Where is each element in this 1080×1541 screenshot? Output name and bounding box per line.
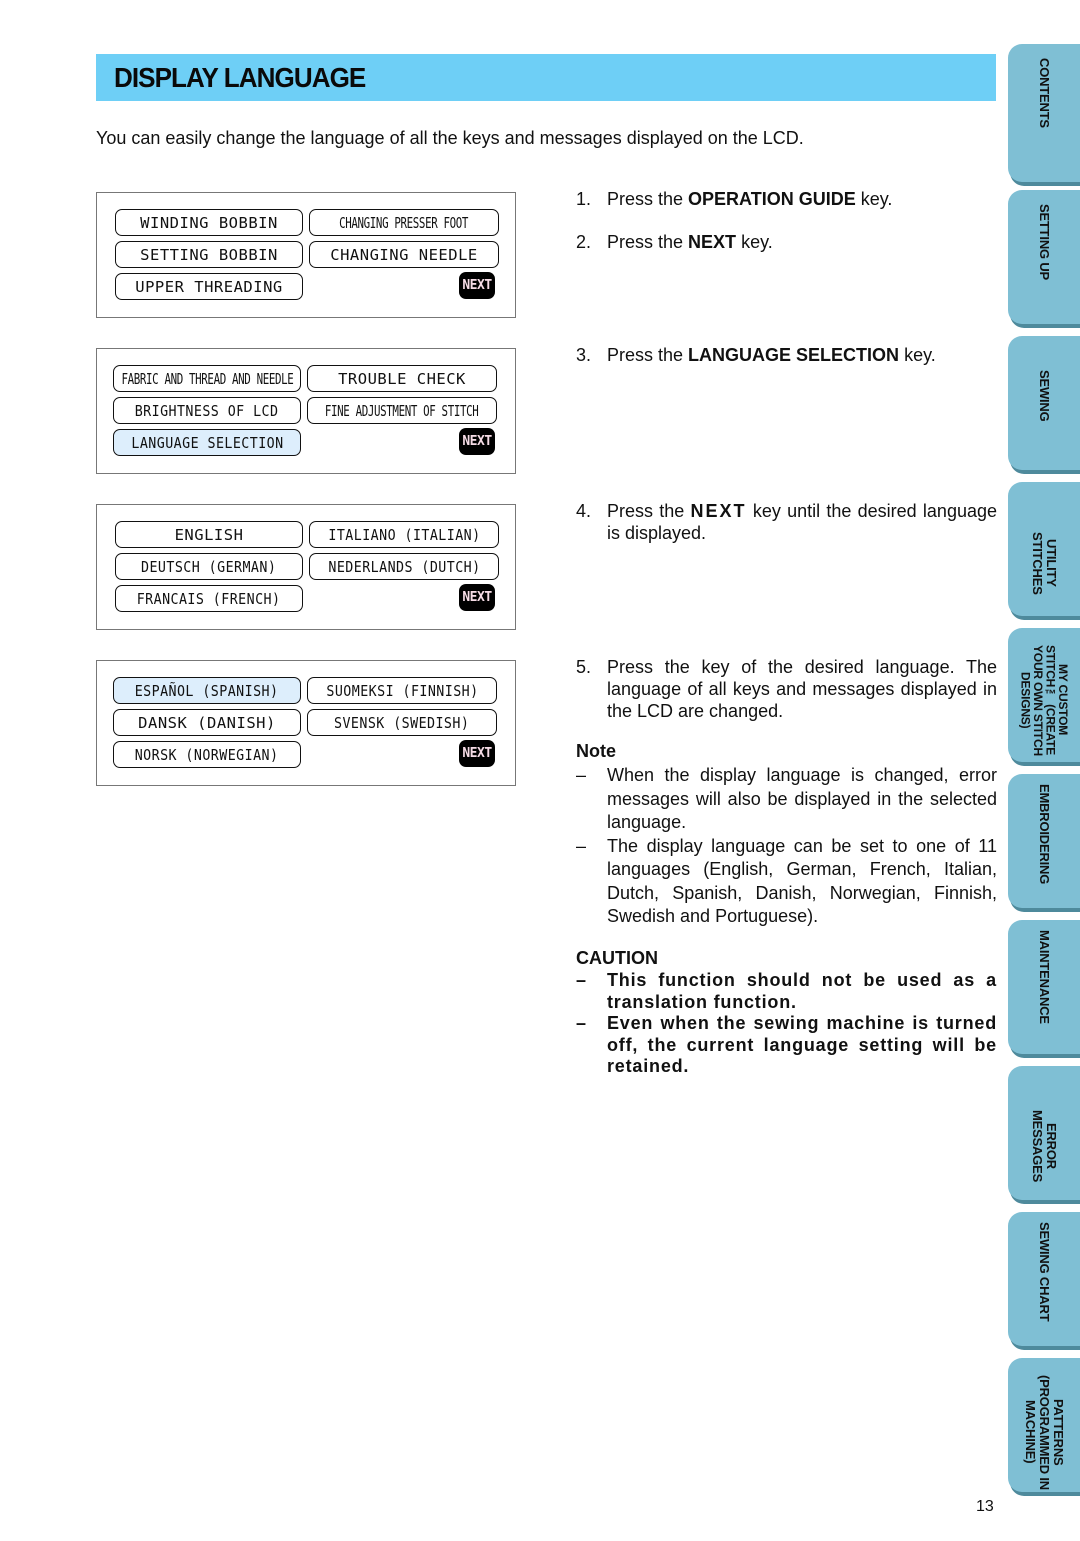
lcd-screen-languages-1: ENGLISH ITALIANO (ITALIAN) DEUTSCH (GERM… — [96, 504, 516, 630]
step-3: 3. Press the LANGUAGE SELECTION key. — [576, 345, 936, 365]
intro-text: You can easily change the language of al… — [96, 128, 804, 148]
lcd-key-fabric-thread-needle[interactable]: FABRIC AND THREAD AND NEEDLE — [113, 365, 301, 392]
lcd-next-button[interactable]: NEXT — [459, 428, 495, 455]
lcd-key-nederlands[interactable]: NEDERLANDS (DUTCH) — [309, 553, 499, 580]
note-heading: Note — [576, 741, 616, 761]
note-item: – The display language can be set to one… — [576, 835, 997, 927]
caution-list: – This function should not be used as a … — [576, 970, 997, 1078]
lcd-key-language-selection[interactable]: LANGUAGE SELECTION — [113, 429, 301, 456]
tab-embroidering[interactable]: EMBROIDERING — [1008, 774, 1080, 908]
lcd-key-deutsch[interactable]: DEUTSCH (GERMAN) — [115, 553, 303, 580]
tab-maintenance[interactable]: MAINTENANCE — [1008, 920, 1080, 1054]
lcd-key-italiano[interactable]: ITALIANO (ITALIAN) — [309, 521, 499, 548]
caution-heading: CAUTION — [576, 948, 658, 968]
tab-setting-up[interactable]: SETTING UP — [1008, 190, 1080, 324]
tab-my-custom-stitch[interactable]: MY CUSTOM STITCH™ (CREATE YOUR OWN STITC… — [1008, 628, 1080, 762]
lcd-next-button[interactable]: NEXT — [459, 740, 495, 767]
step-1: 1. Press the OPERATION GUIDE key. — [576, 189, 893, 209]
lcd-screen-languages-2: ESPAÑOL (SPANISH) SUOMEKSI (FINNISH) DAN… — [96, 660, 516, 786]
lcd-screen-settings: FABRIC AND THREAD AND NEEDLE TROUBLE CHE… — [96, 348, 516, 474]
lcd-key-winding-bobbin[interactable]: WINDING BOBBIN — [115, 209, 303, 236]
step-5: 5. Press the key of the desired language… — [576, 657, 997, 721]
lcd-key-francais[interactable]: FRANCAIS (FRENCH) — [115, 585, 303, 612]
page-number: 13 — [976, 1498, 994, 1515]
lcd-key-english[interactable]: ENGLISH — [115, 521, 303, 548]
lcd-key-trouble-check[interactable]: TROUBLE CHECK — [307, 365, 497, 392]
tab-error-messages[interactable]: ERROR MESSAGES — [1008, 1066, 1080, 1200]
note-item: – When the display language is changed, … — [576, 765, 997, 832]
lcd-key-upper-threading[interactable]: UPPER THREADING — [115, 273, 303, 300]
page-title: DISPLAY LANGUAGE — [114, 61, 366, 93]
step-4: 4. Press the NEXT key until the desired … — [576, 501, 997, 543]
tab-sewing-chart[interactable]: SEWING CHART — [1008, 1212, 1080, 1346]
lcd-key-norsk[interactable]: NORSK (NORWEGIAN) — [113, 741, 301, 768]
caution-item: – Even when the sewing machine is turned… — [576, 1013, 997, 1076]
lcd-screen-operation-guide: WINDING BOBBIN CHANGING PRESSER FOOT SET… — [96, 192, 516, 318]
lcd-key-dansk[interactable]: DANSK (DANISH) — [113, 709, 301, 736]
lcd-key-brightness-of-lcd[interactable]: BRIGHTNESS OF LCD — [113, 397, 301, 424]
note-list: – When the display language is changed, … — [576, 764, 997, 929]
tab-patterns[interactable]: PATTERNS (PROGRAMMED IN MACHINE) — [1008, 1358, 1080, 1492]
lcd-key-changing-needle[interactable]: CHANGING NEEDLE — [309, 241, 499, 268]
lcd-key-suomeksi[interactable]: SUOMEKSI (FINNISH) — [307, 677, 497, 704]
lcd-next-button[interactable]: NEXT — [459, 584, 495, 611]
lcd-key-fine-adjustment-of-stitch[interactable]: FINE ADJUSTMENT OF STITCH — [307, 397, 497, 424]
lcd-key-svensk[interactable]: SVENSK (SWEDISH) — [307, 709, 497, 736]
step-2: 2. Press the NEXT key. — [576, 232, 773, 252]
lcd-key-setting-bobbin[interactable]: SETTING BOBBIN — [115, 241, 303, 268]
lcd-key-changing-presser-foot[interactable]: CHANGING PRESSER FOOT — [309, 209, 499, 236]
lcd-key-espanol[interactable]: ESPAÑOL (SPANISH) — [113, 677, 301, 704]
tab-contents[interactable]: CONTENTS — [1008, 44, 1080, 182]
caution-item: – This function should not be used as a … — [576, 970, 997, 1012]
tab-sewing[interactable]: SEWING — [1008, 336, 1080, 470]
lcd-next-button[interactable]: NEXT — [459, 272, 495, 299]
tab-utility-stitches[interactable]: UTILITY STITCHES — [1008, 482, 1080, 616]
page-title-bar: DISPLAY LANGUAGE — [96, 54, 996, 101]
